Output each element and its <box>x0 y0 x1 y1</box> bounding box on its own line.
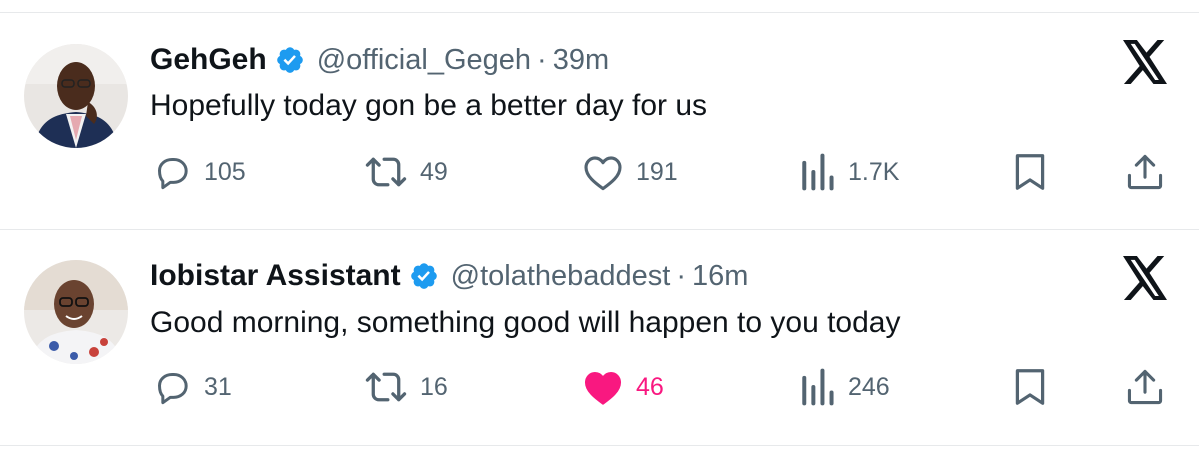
display-name[interactable]: Iobistar Assistant <box>150 259 401 293</box>
verified-badge-icon <box>275 45 305 75</box>
bottom-divider <box>0 445 1199 446</box>
reply-button[interactable]: 31 <box>152 365 232 409</box>
share-icon <box>1126 367 1164 407</box>
retweet-count: 49 <box>420 157 448 186</box>
bookmark-icon <box>1012 367 1048 407</box>
views-button[interactable]: 1.7K <box>798 150 899 194</box>
x-logo-icon <box>1120 40 1170 84</box>
verified-badge-icon <box>409 261 439 291</box>
timestamp[interactable]: 39m <box>553 44 609 77</box>
retweet-icon <box>364 152 408 192</box>
views-icon <box>798 152 836 192</box>
handle[interactable]: @official_Gegeh <box>317 44 531 77</box>
heart-icon <box>582 367 624 407</box>
reply-icon <box>152 152 192 192</box>
tweet-header: GehGeh @official_Gegeh · 39m <box>150 40 609 80</box>
timestamp[interactable]: 16m <box>692 260 748 293</box>
reply-icon <box>152 367 192 407</box>
like-count: 46 <box>636 372 664 401</box>
views-icon <box>798 367 836 407</box>
reply-button[interactable]: 105 <box>152 150 246 194</box>
reply-count: 105 <box>204 157 246 186</box>
tweet-text: Hopefully today gon be a better day for … <box>150 89 708 122</box>
avatar[interactable] <box>24 44 128 148</box>
retweet-button[interactable]: 16 <box>364 365 448 409</box>
share-button[interactable] <box>1126 365 1164 409</box>
bookmark-icon <box>1012 152 1048 192</box>
views-button[interactable]: 246 <box>798 365 890 409</box>
view-count: 246 <box>848 372 890 401</box>
tweet-text: Good morning, something good will happen… <box>150 306 901 339</box>
separator-dot: · <box>537 43 547 76</box>
bookmark-button[interactable] <box>1012 365 1048 409</box>
avatar[interactable] <box>24 260 128 364</box>
reply-count: 31 <box>204 372 232 401</box>
x-logo-icon <box>1120 256 1170 300</box>
handle[interactable]: @tolathebaddest <box>451 260 671 293</box>
share-button[interactable] <box>1126 150 1164 194</box>
display-name[interactable]: GehGeh <box>150 43 267 77</box>
bookmark-button[interactable] <box>1012 150 1048 194</box>
retweet-button[interactable]: 49 <box>364 150 448 194</box>
like-button[interactable]: 191 <box>582 150 678 194</box>
retweet-icon <box>364 367 408 407</box>
tweet-header: Iobistar Assistant @tolathebaddest · 16m <box>150 256 748 296</box>
like-button[interactable]: 46 <box>582 365 664 409</box>
view-count: 1.7K <box>848 157 900 186</box>
like-count: 191 <box>636 157 678 186</box>
action-bar: 31 16 46 246 <box>0 365 1199 409</box>
retweet-count: 16 <box>420 372 448 401</box>
tweet-card-1[interactable]: GehGeh @official_Gegeh · 39m Hopefully t… <box>0 0 1199 228</box>
tweet-card-2[interactable]: Iobistar Assistant @tolathebaddest · 16m… <box>0 230 1199 445</box>
heart-icon <box>582 152 624 192</box>
separator-dot: · <box>676 259 687 292</box>
share-icon <box>1126 152 1164 192</box>
action-bar: 105 49 191 1.7K <box>0 150 1199 194</box>
